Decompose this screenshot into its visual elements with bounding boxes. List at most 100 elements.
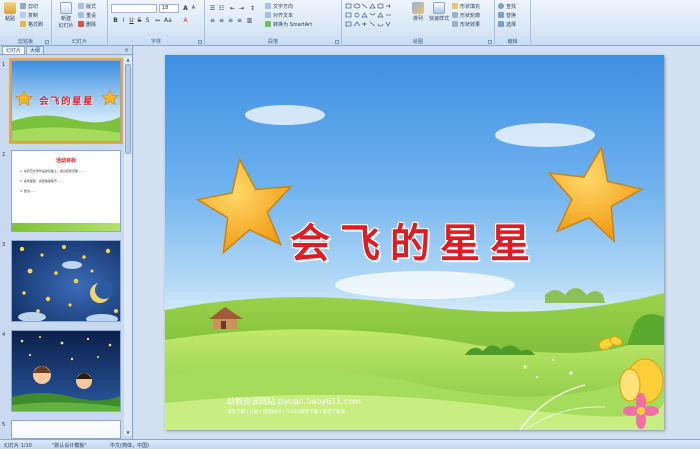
- thumb-number: 1: [2, 62, 6, 68]
- shape-effects-button[interactable]: 形状效果: [452, 20, 480, 28]
- arrange-button[interactable]: 排列: [410, 2, 426, 22]
- reset-icon: [78, 12, 84, 18]
- shadow-icon[interactable]: S: [144, 17, 151, 24]
- select-cursor-icon: [498, 21, 504, 27]
- font-color-icon[interactable]: A: [182, 17, 189, 24]
- align-text-button[interactable]: 对齐文本: [265, 11, 293, 19]
- italic-icon[interactable]: I: [120, 17, 127, 24]
- thumb-4-image: [12, 331, 120, 411]
- editing-label: 编辑: [507, 39, 518, 45]
- font-label: 字体: [150, 39, 161, 45]
- paint-bucket-icon: [452, 3, 458, 9]
- bullets-icon[interactable]: ☰: [209, 5, 216, 12]
- clipboard-group: 粘贴 剪切 复制 格式刷 剪贴板: [0, 0, 52, 46]
- numbering-icon[interactable]: ☷: [218, 5, 225, 12]
- copy-icon: [20, 12, 26, 18]
- thumb-slide-1[interactable]: 会飞的星星: [9, 58, 123, 144]
- footer-links-text: 课件下载 | 儿歌 | 合唱MP3 | FLASH课件下载 | 试卷下载库: [227, 410, 345, 415]
- align-left-icon[interactable]: ≡: [209, 17, 216, 24]
- grow-font-icon[interactable]: A: [182, 5, 189, 12]
- binoculars-icon: [498, 3, 504, 9]
- replace-button[interactable]: 替换: [498, 11, 516, 19]
- pen-icon: [452, 12, 458, 18]
- increase-indent-icon[interactable]: ⇥: [238, 5, 245, 12]
- clipboard-label: 剪贴板: [17, 39, 33, 45]
- convert-smartart-button[interactable]: 转换为 SmartArt: [265, 20, 312, 28]
- quick-styles-icon: [433, 2, 445, 14]
- font-group: 18 A A B I U S S ↔ Aa A 字体: [108, 0, 205, 46]
- thumb-number: 3: [2, 242, 6, 248]
- text-direction-button[interactable]: 文字方向: [265, 2, 293, 10]
- layout-button[interactable]: 版式: [78, 2, 96, 10]
- scroll-down-icon[interactable]: ▼: [124, 429, 132, 436]
- thumb-slide-4[interactable]: [11, 330, 121, 412]
- text-direction-icon: [265, 3, 271, 9]
- thumb-2-line: 3. 尝试……: [20, 189, 36, 193]
- editing-group: 查找 替换 选择 编辑: [495, 0, 531, 46]
- font-size-combo[interactable]: 18: [159, 4, 179, 13]
- scroll-up-icon[interactable]: ▲: [124, 56, 132, 63]
- slides-pane: 幻灯片 大纲 × 1 会飞的星星 2 活动目标 1. 在欣赏文学作品的基础上，通…: [0, 46, 133, 439]
- align-right-icon[interactable]: ≡: [227, 17, 234, 24]
- shapes-gallery[interactable]: [345, 3, 405, 33]
- format-painter-button[interactable]: 格式刷: [20, 20, 43, 28]
- drawing-launcher-icon[interactable]: [488, 40, 492, 44]
- thumb-2-footer: [12, 223, 120, 231]
- ribbon: 粘贴 剪切 复制 格式刷 剪贴板 新建 幻灯片 版式 重设 删除 幻灯片 18 …: [0, 0, 700, 46]
- thumb-slide-2[interactable]: 活动目标 1. 在欣赏文学作品的基础上，通过感受诗歌…… 2. 喜欢星星，感受故…: [11, 150, 121, 232]
- tab-slides[interactable]: 幻灯片: [2, 46, 26, 54]
- thumb-slide-5[interactable]: [11, 420, 121, 439]
- slides-label: 幻灯片: [71, 39, 87, 45]
- font-launcher-icon[interactable]: [198, 40, 202, 44]
- underline-icon[interactable]: U: [128, 17, 135, 24]
- quick-styles-button[interactable]: 快速样式: [428, 2, 450, 22]
- line-spacing-icon[interactable]: ↕: [249, 5, 256, 12]
- paste-button[interactable]: 粘贴: [2, 2, 18, 22]
- scissors-icon: [20, 3, 26, 9]
- clipboard-launcher-icon[interactable]: [45, 40, 49, 44]
- change-case-icon[interactable]: Aa: [164, 17, 172, 24]
- drawing-label: 绘图: [412, 39, 423, 45]
- shape-outline-button[interactable]: 形状轮廓: [452, 11, 480, 19]
- new-slide-button[interactable]: 新建 幻灯片: [56, 2, 76, 29]
- current-slide[interactable]: 会飞的星星 幼教资源网站 ziyuan.baby611.com 课件下载 | 儿…: [165, 55, 664, 430]
- pane-scrollbar[interactable]: ▲ ▼: [124, 56, 132, 436]
- paragraph-group: ☰ ☷ ⇤ ⇥ ↕ ≡ ≡ ≡ ≡ ▥ 文字方向 对齐文本 转换为 SmartA…: [205, 0, 342, 46]
- align-center-icon[interactable]: ≡: [218, 17, 225, 24]
- paragraph-launcher-icon[interactable]: [335, 40, 339, 44]
- smartart-icon: [265, 21, 271, 27]
- thumb-number: 5: [2, 422, 6, 428]
- cut-button[interactable]: 剪切: [20, 2, 38, 10]
- thumb-number: 2: [2, 152, 6, 158]
- shrink-font-icon[interactable]: A: [190, 5, 197, 12]
- align-text-icon: [265, 12, 271, 18]
- tab-outline[interactable]: 大纲: [26, 46, 45, 54]
- shape-fill-button[interactable]: 形状填充: [452, 2, 480, 10]
- decrease-indent-icon[interactable]: ⇤: [229, 5, 236, 12]
- copy-button[interactable]: 复制: [20, 11, 38, 19]
- language-indicator[interactable]: 中文(简体，中国): [110, 442, 149, 449]
- brush-icon: [20, 21, 26, 27]
- bold-icon[interactable]: B: [112, 17, 119, 24]
- strikethrough-icon[interactable]: S: [136, 17, 143, 24]
- find-button[interactable]: 查找: [498, 2, 516, 10]
- slide-workspace: 会飞的星星 幼教资源网站 ziyuan.baby611.com 课件下载 | 儿…: [134, 46, 700, 439]
- scroll-thumb[interactable]: [125, 64, 131, 154]
- replace-icon: [498, 12, 504, 18]
- slide-title[interactable]: 会飞的星星: [277, 211, 553, 269]
- columns-icon[interactable]: ▥: [246, 17, 253, 24]
- thumb-2-line: 1. 在欣赏文学作品的基础上，通过感受诗歌……: [20, 169, 84, 173]
- delete-slide-button[interactable]: 删除: [78, 20, 96, 28]
- close-icon[interactable]: ×: [124, 47, 129, 54]
- right-star-shape: [547, 145, 644, 244]
- slides-group: 新建 幻灯片 版式 重设 删除 幻灯片: [52, 0, 108, 46]
- drawing-group: 排列 快速样式 形状填充 形状轮廓 形状效果 绘图: [342, 0, 495, 46]
- justify-icon[interactable]: ≡: [236, 17, 243, 24]
- thumb-slide-3[interactable]: [11, 240, 121, 322]
- char-spacing-icon[interactable]: ↔: [154, 17, 161, 24]
- thumb-2-line: 2. 喜欢星星，感受故事情节……: [20, 179, 63, 183]
- reset-button[interactable]: 重设: [78, 11, 96, 19]
- thumb-2-title: 活动目标: [55, 158, 76, 164]
- select-button[interactable]: 选择: [498, 20, 516, 28]
- font-name-combo[interactable]: [111, 4, 157, 13]
